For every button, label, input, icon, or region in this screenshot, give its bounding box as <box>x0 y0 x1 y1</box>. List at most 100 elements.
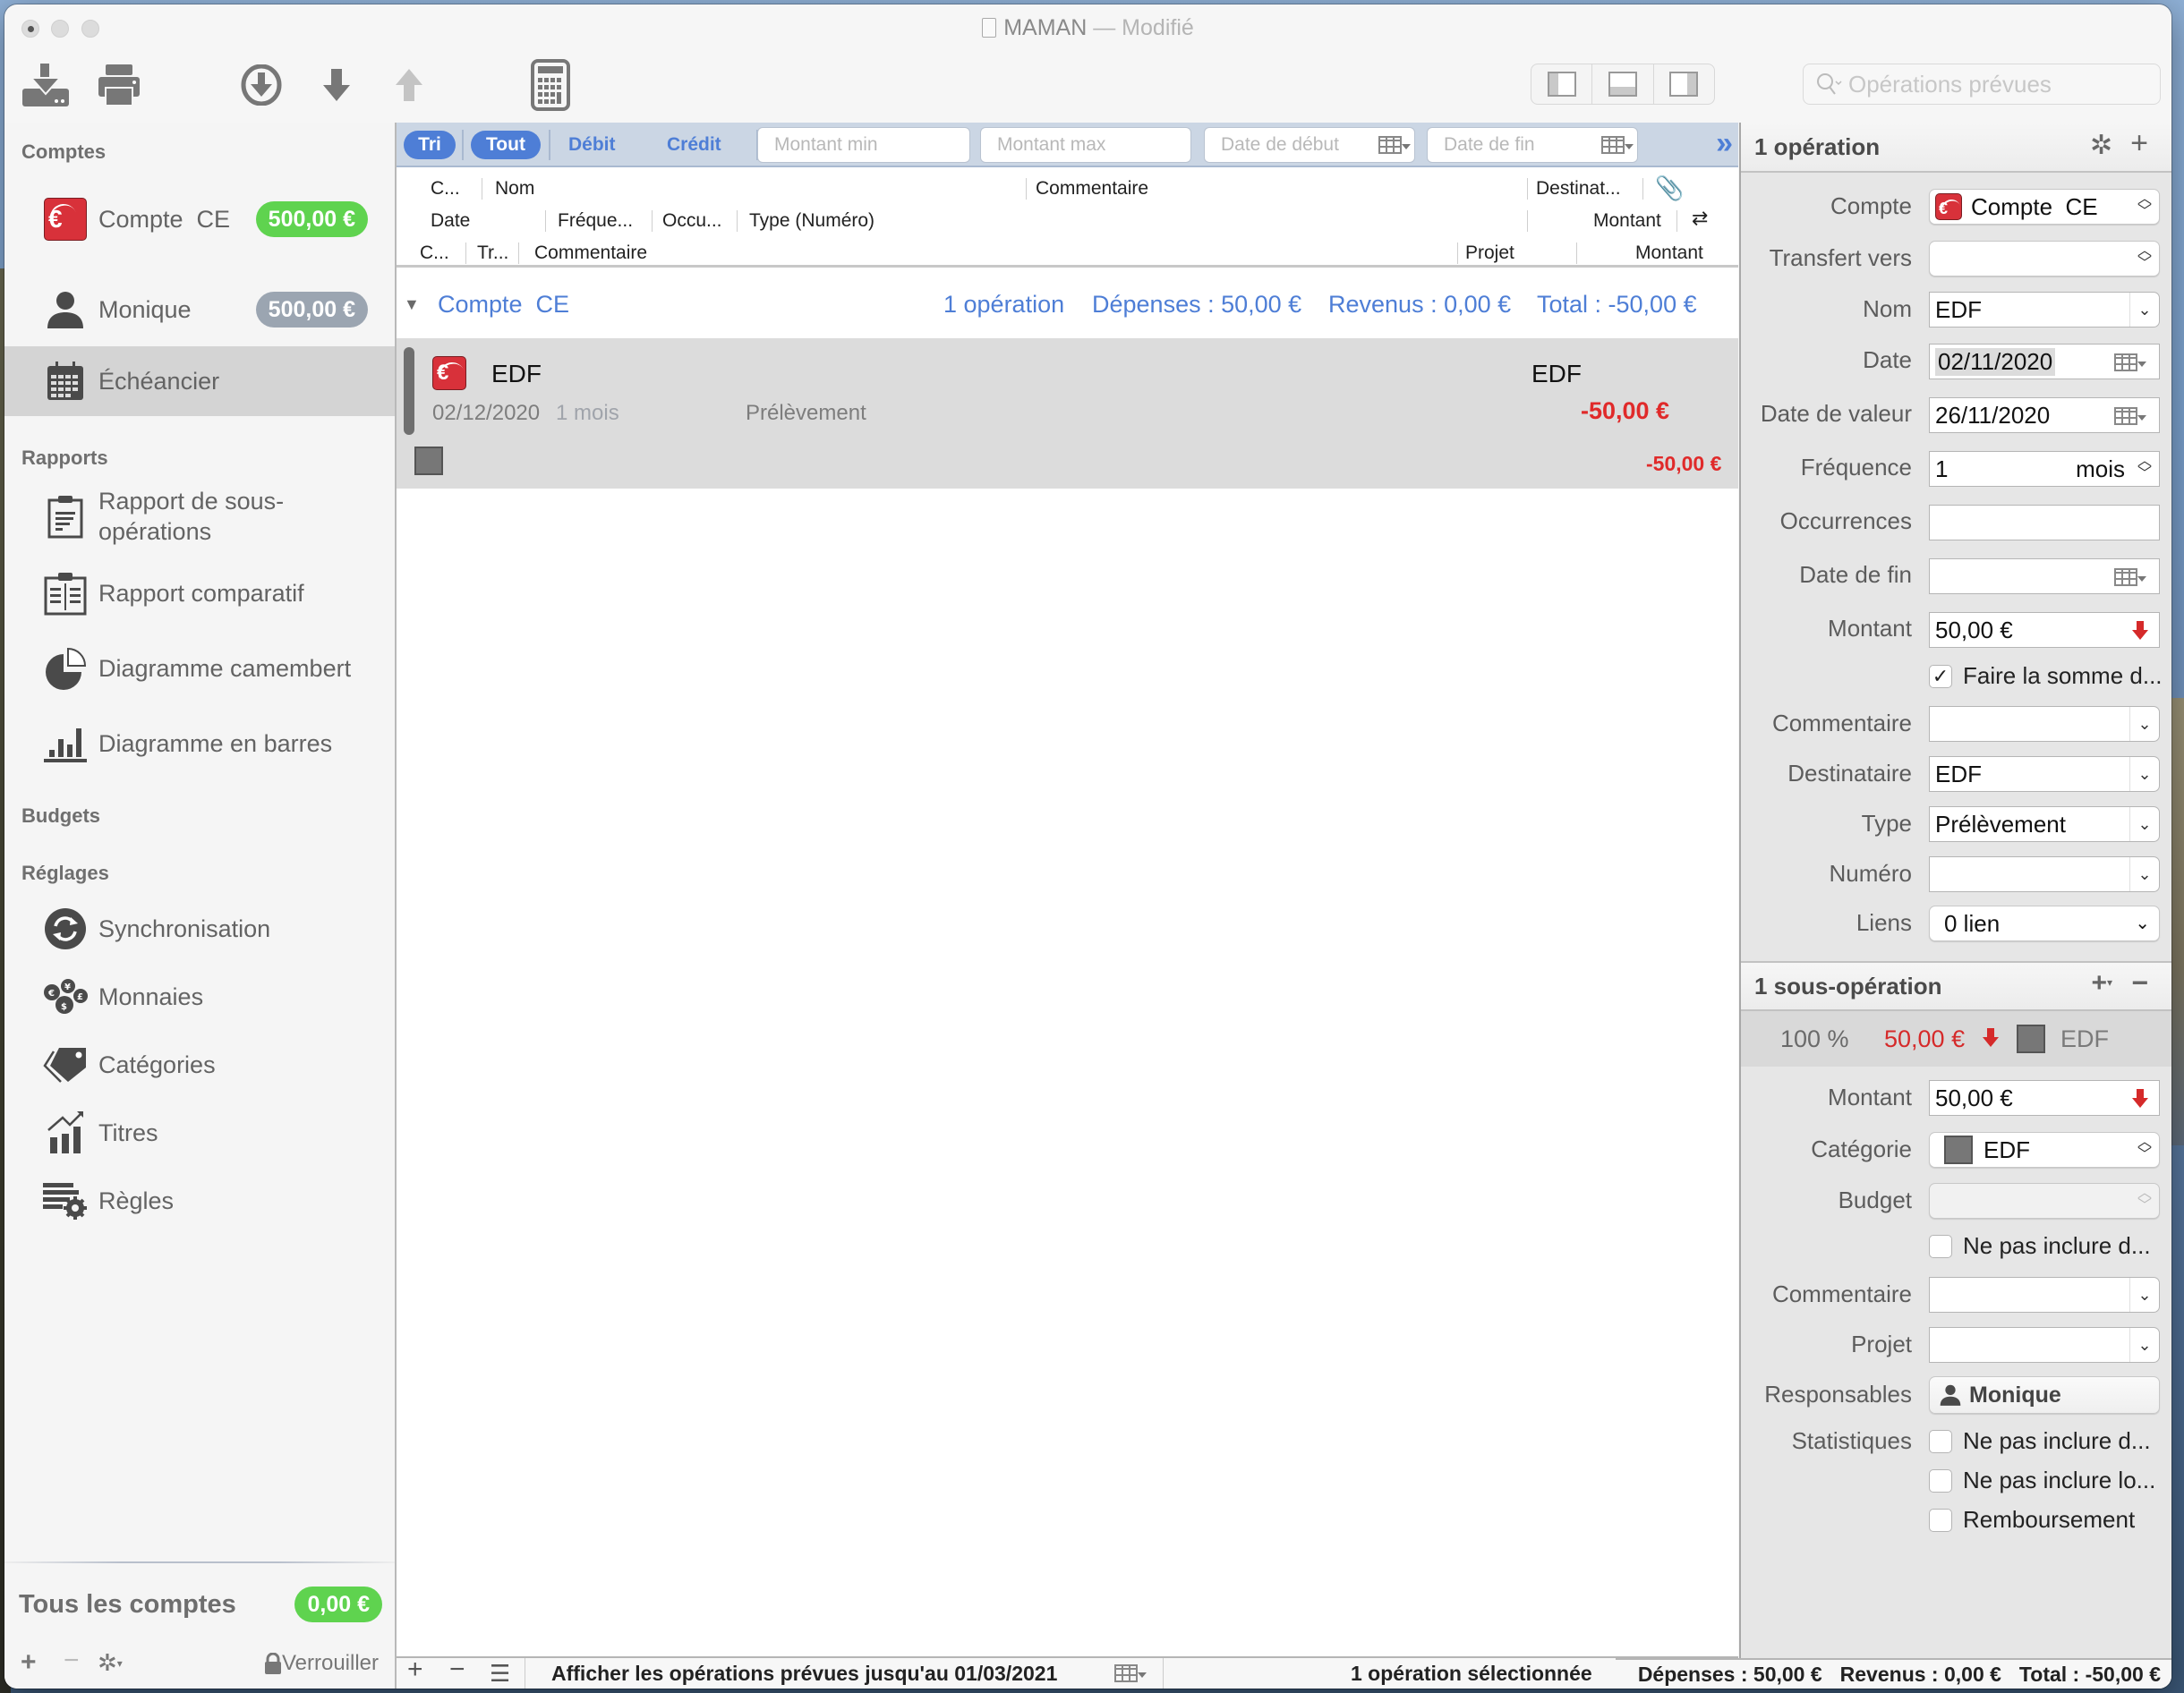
categorie-select[interactable]: EDF ︿ ﹀ <box>1929 1132 2160 1168</box>
import-button[interactable] <box>19 60 73 110</box>
date-field[interactable]: 02/11/2020 <box>1929 344 2160 379</box>
compte-select[interactable]: € Compte CE ︿ ﹀ <box>1929 189 2160 225</box>
start-date-field[interactable] <box>1204 127 1415 163</box>
transfer-arrows-icon[interactable]: ⇄ <box>1692 207 1708 230</box>
amount-min-input[interactable] <box>774 134 926 156</box>
operation-row[interactable]: € EDF EDF 02/12/2020 1 mois Prélèvement … <box>397 338 1738 489</box>
date-fin-field[interactable] <box>1929 558 2160 594</box>
amount-max-input[interactable] <box>997 134 1149 156</box>
sidebar-item-monique[interactable]: Monique 500,00 € <box>4 274 395 345</box>
filter-debit-button[interactable]: Débit <box>568 134 616 156</box>
amount-min-field[interactable] <box>757 127 970 163</box>
frequence-unit[interactable]: mois <box>2076 455 2125 483</box>
type-combobox[interactable]: Prélèvement ⌄ <box>1929 806 2160 842</box>
budget-select[interactable]: ︿ ﹀ <box>1929 1183 2160 1219</box>
sidebar-item-diagramme-camembert[interactable]: Diagramme camembert <box>4 633 395 704</box>
sidebar-item-echeancier[interactable]: Échéancier <box>4 346 395 416</box>
calculator-button[interactable] <box>524 59 577 111</box>
sidebar-item-rapport-comparatif[interactable]: Rapport comparatif <box>4 557 395 629</box>
column-header-projet[interactable]: Projet <box>1465 242 1514 264</box>
sub-montant-field[interactable]: 50,00 € <box>1929 1080 2160 1116</box>
chevron-down-icon[interactable]: ⌄ <box>2129 1328 2159 1362</box>
sidebar-item-titres[interactable]: Titres <box>4 1097 395 1169</box>
search-input[interactable] <box>1848 70 2144 98</box>
chevron-down-icon[interactable]: ⌄ <box>2129 757 2159 791</box>
column-header-montant[interactable]: Montant <box>1593 210 1661 232</box>
toggle-inspector-button[interactable] <box>1654 64 1714 104</box>
stat-exclude-1-checkbox[interactable]: Ne pas inclure d... <box>1929 1427 2151 1455</box>
stat-exclude-2-checkbox[interactable]: Ne pas inclure lo... <box>1929 1467 2155 1494</box>
group-header-compte-ce[interactable]: ▼ Compte CE 1 opération Dépenses : 50,00… <box>397 270 1738 338</box>
print-button[interactable] <box>92 60 146 110</box>
column-header-type[interactable]: Type (Numéro) <box>749 210 874 232</box>
responsable-token[interactable]: Monique <box>1969 1382 2061 1408</box>
liens-popup[interactable]: 0 lien ⌄ <box>1929 906 2160 941</box>
sidebar-item-categories[interactable]: Catégories <box>4 1029 395 1101</box>
calendar-dropdown-icon[interactable] <box>1378 136 1411 154</box>
somme-checkbox[interactable]: ✓ Faire la somme d... <box>1929 662 2163 690</box>
expense-arrow-icon[interactable] <box>2132 1089 2148 1109</box>
filter-all-button[interactable]: Tout <box>471 131 541 159</box>
occurrences-field[interactable] <box>1929 505 2160 540</box>
gear-icon[interactable]: ✲ <box>2090 130 2112 161</box>
checkbox-unchecked[interactable] <box>1929 1508 1952 1532</box>
column-header-categorie[interactable]: C... <box>420 242 449 264</box>
disclosure-triangle-icon[interactable]: ▼ <box>404 295 420 314</box>
calendar-dropdown-icon[interactable] <box>2114 407 2146 425</box>
column-header-frequence[interactable]: Fréque... <box>558 210 633 232</box>
montant-field[interactable]: 50,00 € <box>1929 612 2160 648</box>
remove-operation-button[interactable]: − <box>449 1655 465 1685</box>
chevron-down-icon[interactable]: ⌄ <box>2129 857 2159 891</box>
move-down-button[interactable] <box>310 60 363 110</box>
chevron-down-icon[interactable]: ⌄ <box>2129 707 2159 741</box>
transfert-select[interactable]: ︿ ﹀ <box>1929 241 2160 276</box>
remove-sub-operation-button[interactable]: − <box>2131 966 2148 1000</box>
column-header-compte[interactable]: C... <box>431 178 460 200</box>
commentaire-combobox[interactable]: ⌄ <box>1929 706 2160 742</box>
column-header-tr[interactable]: Tr... <box>477 242 508 264</box>
checkbox-checked[interactable]: ✓ <box>1929 664 1952 688</box>
toggle-bottom-panel-button[interactable] <box>1592 64 1654 104</box>
add-operation-button[interactable]: + <box>407 1655 423 1685</box>
responsables-token-field[interactable]: Monique <box>1929 1376 2160 1414</box>
attachment-icon[interactable]: 📎 <box>1655 174 1684 202</box>
add-operation-icon[interactable]: + <box>2130 126 2148 161</box>
calendar-dropdown-icon[interactable] <box>2114 353 2146 371</box>
all-accounts-label[interactable]: Tous les comptes <box>19 1590 236 1620</box>
sidebar-item-synchronisation[interactable]: Synchronisation <box>4 893 395 965</box>
move-up-button[interactable] <box>382 60 436 110</box>
nom-combobox[interactable]: EDF ⌄ <box>1929 292 2160 328</box>
sort-toggle[interactable]: Tri <box>404 131 456 159</box>
sub-commentaire-combobox[interactable]: ⌄ <box>1929 1277 2160 1313</box>
sub-operation-summary[interactable]: 100 % 50,00 € EDF <box>1741 1011 2171 1067</box>
sidebar-item-rapport-sous-operations[interactable]: Rapport de sous-opérations <box>4 479 395 554</box>
add-account-button[interactable]: + <box>21 1647 37 1678</box>
amount-max-field[interactable] <box>980 127 1191 163</box>
column-header-sub-montant[interactable]: Montant <box>1635 242 1703 264</box>
expense-arrow-icon[interactable] <box>2132 621 2148 641</box>
projet-combobox[interactable]: ⌄ <box>1929 1327 2160 1363</box>
sidebar-item-monnaies[interactable]: € ¥ £ $ Monnaies <box>4 961 395 1033</box>
expand-filters-icon[interactable]: » <box>1716 126 1733 161</box>
chevron-down-icon[interactable]: ⌄ <box>2129 293 2159 327</box>
start-date-input[interactable] <box>1221 134 1373 156</box>
remove-account-button[interactable]: − <box>64 1646 80 1676</box>
show-until-label[interactable]: Afficher les opérations prévues jusqu'au… <box>551 1662 1057 1686</box>
column-header-nom[interactable]: Nom <box>495 178 534 200</box>
add-sub-operation-button[interactable]: +▾ <box>2091 968 2112 999</box>
column-header-commentaire[interactable]: Commentaire <box>1036 178 1148 200</box>
list-menu-icon[interactable]: ☰ <box>490 1660 510 1688</box>
chevron-down-icon[interactable]: ⌄ <box>2129 807 2159 841</box>
numero-combobox[interactable]: ⌄ <box>1929 856 2160 892</box>
schedule-button[interactable] <box>235 60 288 110</box>
stepper-chevrons-icon[interactable]: ︿ ﹀ <box>2137 455 2152 481</box>
checkbox-unchecked[interactable] <box>1929 1429 1952 1453</box>
account-settings-button[interactable]: ✲▾ <box>98 1649 123 1677</box>
column-header-occurrences[interactable]: Occu... <box>662 210 722 232</box>
column-header-destinataire[interactable]: Destinat... <box>1536 178 1621 200</box>
remboursement-checkbox[interactable]: Remboursement <box>1929 1506 2135 1534</box>
exclude-budget-checkbox[interactable]: Ne pas inclure d... <box>1929 1232 2151 1260</box>
destinataire-combobox[interactable]: EDF ⌄ <box>1929 756 2160 792</box>
toggle-sidebar-button[interactable] <box>1531 64 1593 104</box>
sidebar-item-diagramme-barres[interactable]: Diagramme en barres <box>4 708 395 779</box>
